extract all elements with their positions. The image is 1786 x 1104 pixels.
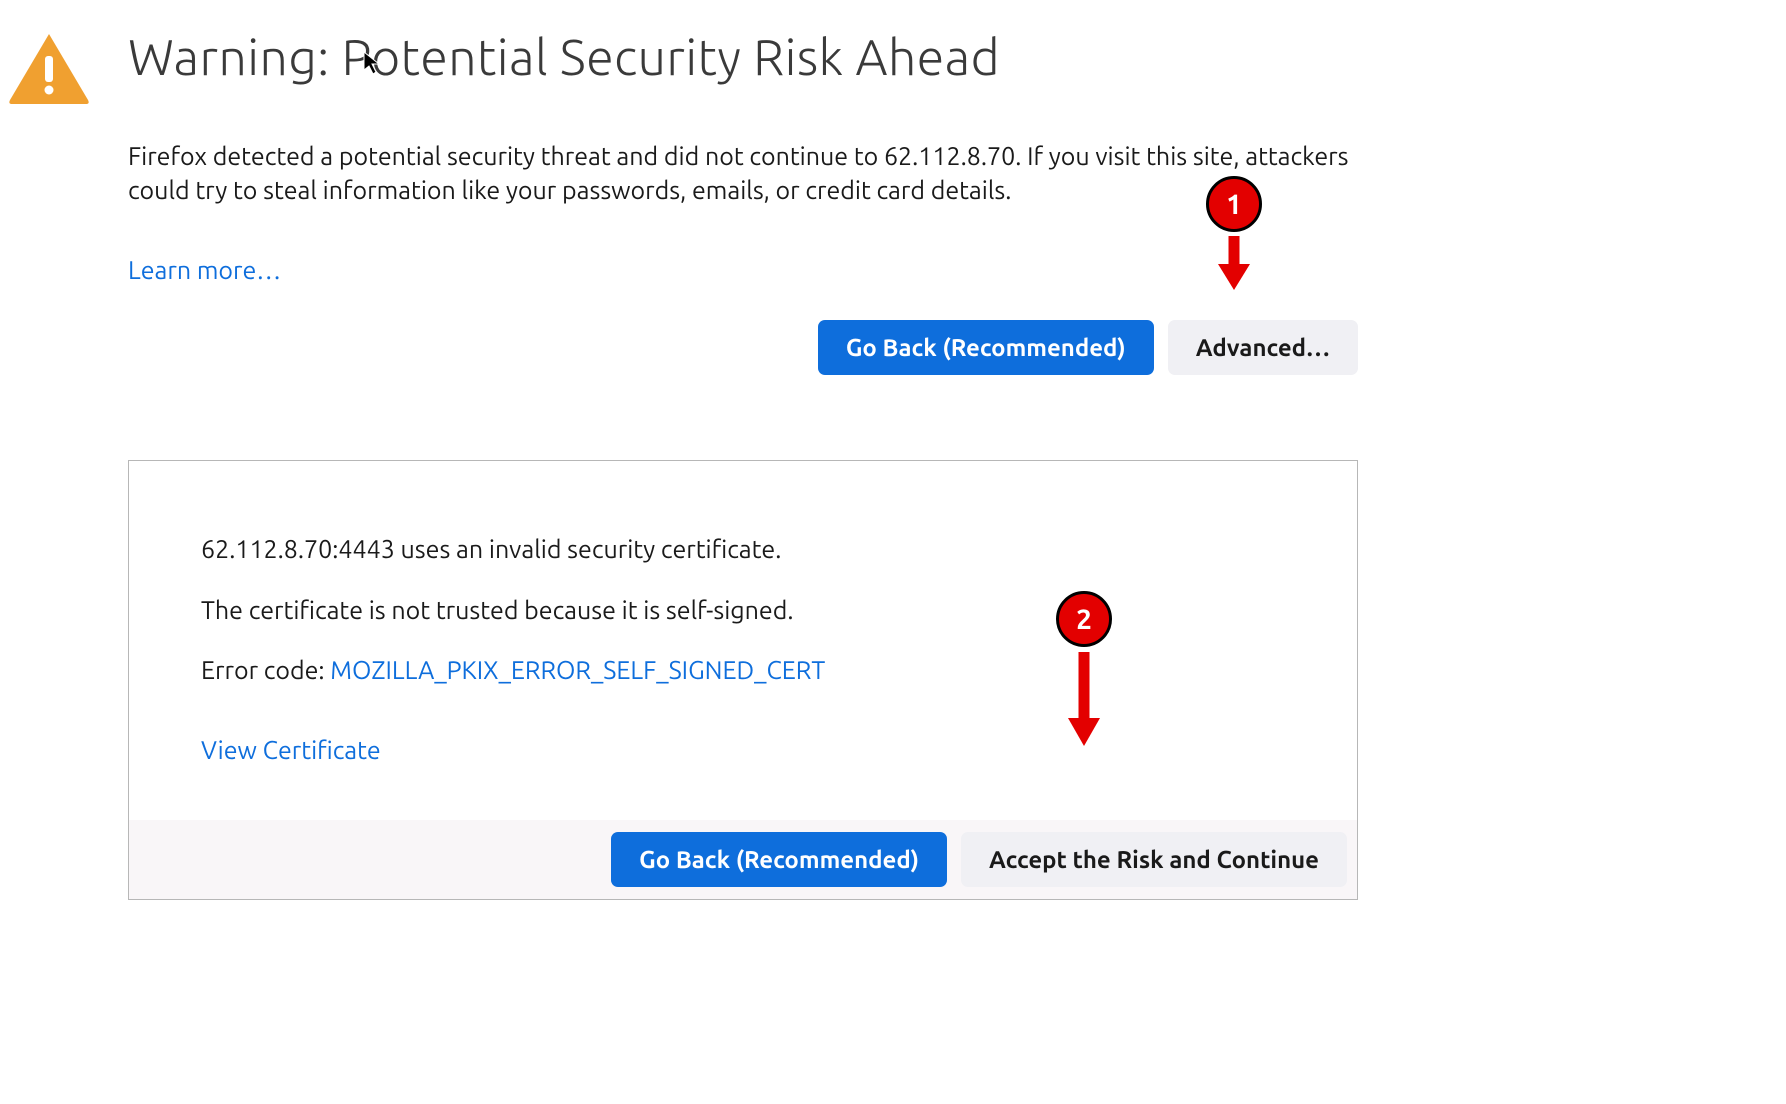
annotation-callout-1-label: 1	[1226, 189, 1242, 220]
learn-more-link[interactable]: Learn more…	[128, 256, 281, 284]
accept-risk-button[interactable]: Accept the Risk and Continue	[961, 832, 1347, 887]
warning-description: Firefox detected a potential security th…	[128, 140, 1358, 208]
self-signed-text: The certificate is not trusted because i…	[201, 594, 1285, 628]
annotation-arrow-2-icon	[1064, 648, 1104, 752]
error-code-line: Error code: MOZILLA_PKIX_ERROR_SELF_SIGN…	[201, 656, 1285, 684]
advanced-footer-row: Go Back (Recommended) Accept the Risk an…	[129, 820, 1357, 899]
go-back-button[interactable]: Go Back (Recommended)	[818, 320, 1154, 375]
view-certificate-link[interactable]: View Certificate	[201, 736, 381, 764]
page-title: Warning: Potential Security Risk Ahead	[128, 30, 1358, 85]
warning-icon	[8, 32, 90, 108]
invalid-cert-text: 62.112.8.70:4443 uses an invalid securit…	[201, 533, 1285, 567]
error-code-link[interactable]: MOZILLA_PKIX_ERROR_SELF_SIGNED_CERT	[330, 656, 825, 684]
annotation-arrow-1-icon	[1214, 232, 1254, 296]
annotation-callout-2-label: 2	[1076, 604, 1092, 635]
annotation-callout-2: 2	[1056, 591, 1112, 647]
error-code-label: Error code:	[201, 656, 330, 684]
go-back-button-footer[interactable]: Go Back (Recommended)	[611, 832, 947, 887]
annotation-callout-1: 1	[1206, 176, 1262, 232]
cursor-icon	[362, 50, 382, 80]
advanced-panel: 62.112.8.70:4443 uses an invalid securit…	[128, 460, 1358, 901]
advanced-button[interactable]: Advanced…	[1168, 320, 1358, 375]
main-button-row: Go Back (Recommended) Advanced…	[128, 320, 1358, 375]
